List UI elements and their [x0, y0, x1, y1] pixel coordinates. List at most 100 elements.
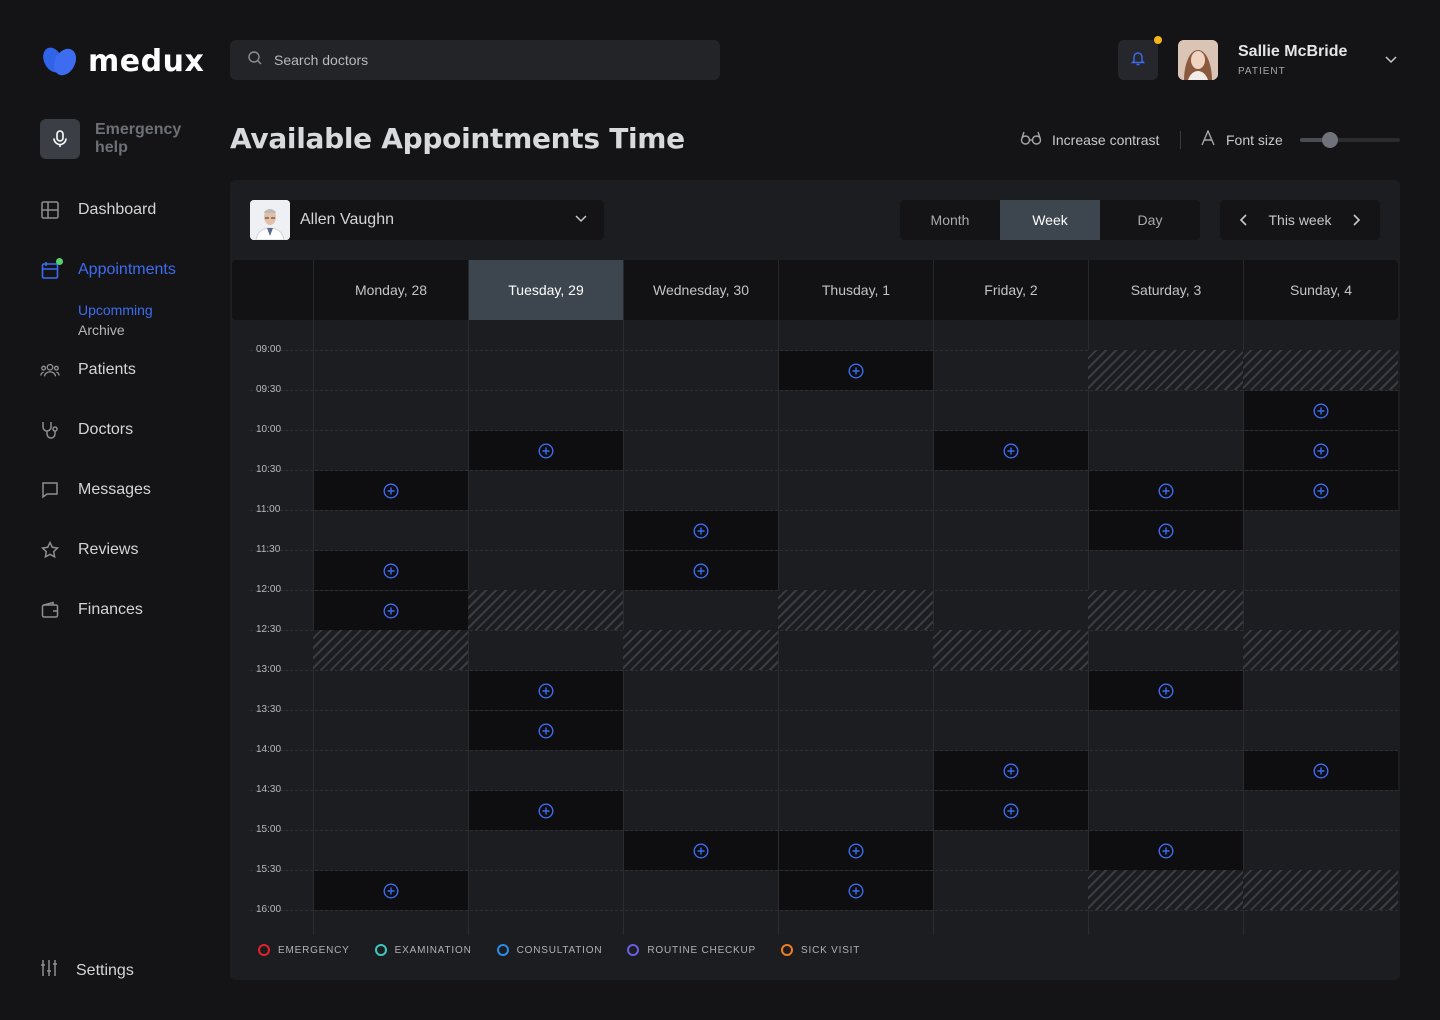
available-slot[interactable] — [1089, 671, 1243, 710]
add-circle-icon — [538, 722, 554, 739]
legend-item: ROUTINE CHECKUP — [627, 944, 756, 956]
add-circle-icon — [1313, 402, 1329, 419]
available-slot[interactable] — [779, 871, 933, 910]
font-size-control: Font size — [1200, 129, 1283, 149]
time-label: 16:00 — [256, 904, 282, 915]
available-slot[interactable] — [1089, 471, 1243, 510]
sidebar-item-dashboard[interactable]: Dashboard — [40, 200, 156, 220]
emergency-help-button[interactable]: Emergency help — [40, 119, 195, 159]
tab-week[interactable]: Week — [1000, 200, 1100, 240]
heart-logo-icon — [42, 46, 78, 78]
available-slot[interactable] — [1244, 471, 1398, 510]
add-circle-icon — [1003, 442, 1019, 459]
search-input[interactable] — [274, 52, 674, 68]
sidebar-subitem-archive[interactable]: Archive — [78, 322, 125, 338]
available-slot[interactable] — [779, 351, 933, 390]
time-label: 09:00 — [256, 344, 282, 355]
time-label: 14:30 — [256, 784, 282, 795]
chevron-right-icon[interactable] — [1350, 213, 1362, 227]
sidebar-item-doctors[interactable]: Doctors — [40, 420, 133, 440]
glasses-icon — [1020, 130, 1042, 149]
time-label: 13:00 — [256, 664, 282, 675]
appointments-panel: Allen Vaughn Month Week Day This week Mo… — [230, 180, 1400, 980]
font-letter-icon — [1200, 129, 1216, 149]
sidebar-item-reviews[interactable]: Reviews — [40, 540, 138, 560]
doctor-select[interactable]: Allen Vaughn — [250, 200, 604, 240]
row-divider — [250, 750, 1398, 751]
available-slot[interactable] — [469, 711, 623, 750]
users-icon — [40, 360, 60, 380]
add-circle-icon — [1158, 842, 1174, 859]
legend-dot — [496, 944, 509, 956]
available-slot[interactable] — [1089, 511, 1243, 550]
available-slot[interactable] — [469, 671, 623, 710]
search-icon — [248, 50, 262, 70]
add-circle-icon — [693, 522, 709, 539]
legend-dot — [258, 944, 270, 956]
sidebar-item-appointments[interactable]: Appointments — [40, 258, 176, 280]
available-slot[interactable] — [314, 871, 468, 910]
add-circle-icon — [693, 562, 709, 579]
notifications-button[interactable] — [1118, 36, 1162, 80]
brand-logo[interactable]: medux — [42, 44, 204, 79]
wallet-icon — [40, 600, 60, 620]
sidebar-item-patients[interactable]: Patients — [40, 360, 136, 380]
chevron-left-icon[interactable] — [1238, 213, 1250, 227]
sidebar-item-label: Finances — [78, 601, 143, 618]
add-circle-icon — [1313, 762, 1329, 779]
row-divider — [250, 710, 1398, 711]
user-avatar[interactable] — [1178, 40, 1218, 80]
sidebar-item-finances[interactable]: Finances — [40, 600, 143, 620]
chevron-down-icon[interactable] — [1384, 52, 1398, 71]
available-slot[interactable] — [1244, 391, 1398, 430]
column-divider — [933, 320, 934, 935]
available-slot[interactable] — [934, 431, 1088, 470]
add-circle-icon — [1313, 442, 1329, 459]
available-slot[interactable] — [1244, 751, 1398, 790]
tab-month[interactable]: Month — [900, 200, 1000, 240]
notification-badge — [1154, 36, 1162, 44]
calendar-header: Monday, 28 Tuesday, 29 Wednesday, 30 Thusda… — [232, 260, 1398, 320]
day-header: Tuesday, 29 — [468, 260, 623, 320]
time-label: 11:30 — [256, 544, 281, 555]
available-slot[interactable] — [1244, 431, 1398, 470]
search-bar — [230, 40, 720, 80]
available-slot[interactable] — [779, 831, 933, 870]
available-slot[interactable] — [624, 551, 778, 590]
increase-contrast-toggle[interactable]: Increase contrast — [1020, 130, 1159, 149]
sidebar-item-settings[interactable]: Settings — [40, 959, 134, 982]
available-slot[interactable] — [934, 791, 1088, 830]
available-slot[interactable] — [314, 551, 468, 590]
slider-handle[interactable] — [1322, 132, 1338, 148]
day-header: Thusday, 1 — [778, 260, 933, 320]
add-circle-icon — [1158, 522, 1174, 539]
sidebar-item-messages[interactable]: Messages — [40, 480, 151, 500]
tab-day[interactable]: Day — [1100, 200, 1200, 240]
available-slot[interactable] — [314, 591, 468, 630]
unavailable-slot — [1088, 870, 1243, 910]
available-slot[interactable] — [624, 831, 778, 870]
time-label: 13:30 — [256, 704, 282, 715]
available-slot[interactable] — [934, 751, 1088, 790]
font-size-slider[interactable] — [1300, 132, 1400, 148]
user-role: PATIENT — [1238, 66, 1286, 77]
available-slot[interactable] — [1089, 831, 1243, 870]
sidebar-item-label: Dashboard — [78, 201, 157, 218]
unavailable-slot — [623, 630, 778, 670]
add-circle-icon — [848, 842, 864, 859]
time-label: 12:00 — [256, 584, 282, 595]
available-slot[interactable] — [469, 791, 623, 830]
time-label: 09:30 — [256, 384, 282, 395]
add-circle-icon — [1313, 482, 1329, 499]
day-header: Wednesday, 30 — [623, 260, 778, 320]
notification-dot — [56, 258, 63, 265]
available-slot[interactable] — [469, 431, 623, 470]
day-header: Sunday, 4 — [1243, 260, 1398, 320]
sidebar-subitem-upcoming[interactable]: Upcomming — [78, 302, 153, 318]
bell-icon — [1130, 50, 1146, 71]
sidebar-item-label: Reviews — [78, 541, 139, 558]
time-label: 10:00 — [256, 424, 282, 435]
increase-contrast-label: Increase contrast — [1052, 131, 1160, 148]
available-slot[interactable] — [624, 511, 778, 550]
available-slot[interactable] — [314, 471, 468, 510]
